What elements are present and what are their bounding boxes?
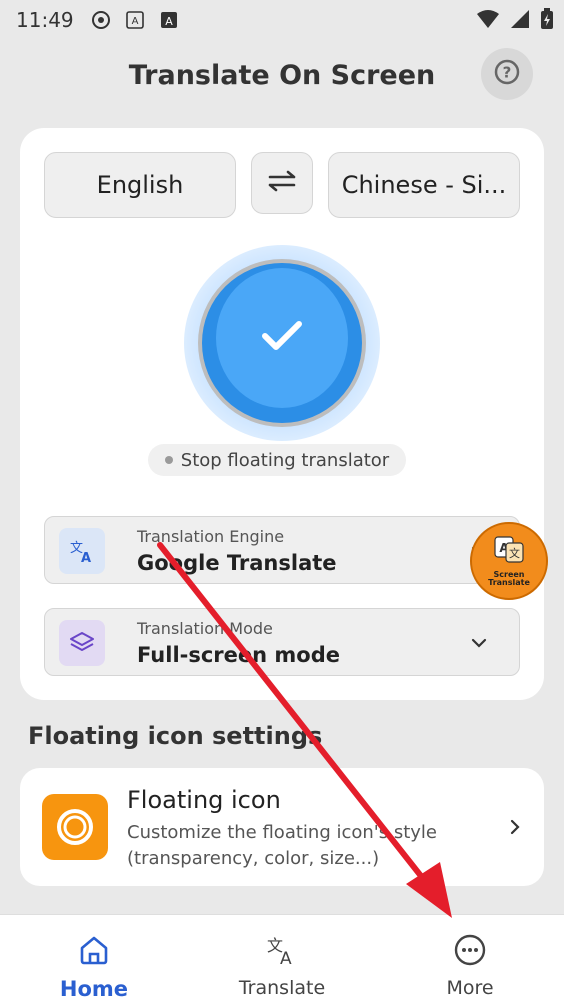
wifi-icon: [476, 9, 500, 34]
sync-icon: [90, 9, 112, 31]
nav-item-more[interactable]: More: [376, 915, 564, 1004]
floating-settings-heading: Floating icon settings: [28, 722, 323, 750]
nav-label-more: More: [446, 977, 494, 999]
bubble-label-line2: Translate: [488, 578, 530, 587]
screen-translate-floating-bubble[interactable]: A文 Screen Translate: [470, 522, 548, 600]
font-notification-icon: A: [158, 9, 180, 31]
svg-text:A: A: [280, 949, 292, 967]
stop-translator-label: Stop floating translator: [180, 449, 390, 471]
nav-item-home[interactable]: Home: [0, 915, 188, 1004]
floating-icon-description: Customize the floating icon's style (tra…: [127, 822, 437, 869]
bubble-label: Screen Translate: [488, 571, 530, 587]
nav-label-home: Home: [59, 977, 129, 1001]
stop-translator-status[interactable]: Stop floating translator: [148, 444, 406, 476]
signal-icon: [510, 9, 530, 34]
svg-text:A: A: [131, 16, 138, 27]
status-bar: 11:49 A A: [0, 0, 564, 40]
chevron-right-icon: [508, 818, 522, 840]
app-header: Translate On Screen ?: [0, 48, 564, 102]
more-icon: [453, 933, 487, 971]
floating-icon-preview-icon: [42, 794, 108, 860]
translate-bubble-icon: A文: [492, 535, 526, 569]
svg-text:A: A: [165, 15, 173, 28]
swap-languages-button[interactable]: [251, 152, 313, 214]
svg-text:文: 文: [509, 546, 520, 560]
translation-mode-dropdown[interactable]: Translation Mode Full-screen mode: [44, 608, 520, 676]
check-icon: [260, 319, 304, 357]
page-title: Translate On Screen: [128, 59, 436, 91]
target-language-button[interactable]: Chinese - Si...: [328, 152, 520, 218]
layers-icon: [59, 620, 105, 666]
swap-icon: [266, 169, 298, 197]
status-time: 11:49: [16, 8, 74, 32]
translate-engine-icon: 文A: [59, 528, 105, 574]
status-dot: [164, 456, 173, 464]
bottom-navigation: Home 文A Translate More: [0, 914, 564, 1004]
nav-item-translate[interactable]: 文A Translate: [188, 915, 376, 1004]
mode-label: Translation Mode: [137, 619, 273, 638]
engine-value: Google Translate: [137, 551, 337, 575]
floating-icon-settings-item[interactable]: Floating icon Customize the floating ico…: [20, 768, 544, 886]
translate-notification-icon: A: [124, 9, 146, 31]
chevron-down-icon: [469, 633, 489, 653]
home-icon: [77, 933, 111, 971]
translate-icon: 文A: [265, 933, 299, 971]
help-button[interactable]: ?: [481, 48, 533, 100]
source-language-button[interactable]: English: [44, 152, 236, 218]
translation-engine-dropdown[interactable]: 文A Translation Engine Google Translate: [44, 516, 520, 584]
battery-icon: [540, 8, 554, 35]
engine-label: Translation Engine: [137, 527, 285, 546]
floating-icon-title: Floating icon: [127, 786, 281, 814]
mode-value: Full-screen mode: [137, 643, 340, 667]
nav-label-translate: Translate: [238, 977, 326, 999]
help-circle-icon: ?: [493, 58, 521, 90]
svg-text:?: ?: [503, 64, 512, 82]
translator-toggle-face[interactable]: [216, 268, 348, 408]
svg-text:A: A: [81, 551, 91, 565]
translator-card: English Chinese - Si... Stop floating tr…: [20, 128, 544, 700]
